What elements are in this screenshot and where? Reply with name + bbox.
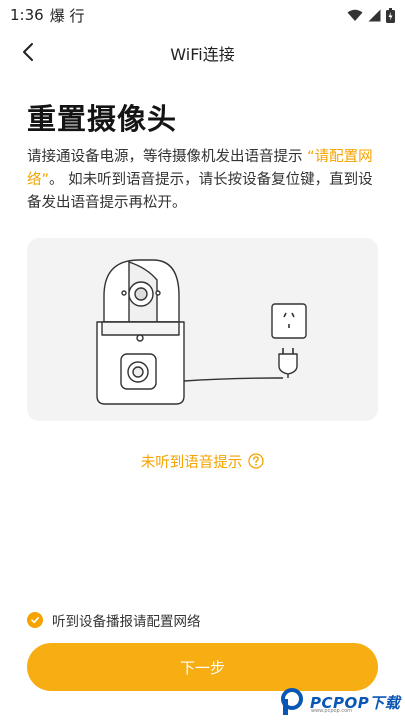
section-heading: 重置摄像头 (27, 102, 178, 136)
wifi-icon (347, 9, 363, 21)
status-left: 1:36 爆 行 (10, 5, 84, 26)
status-bar: 1:36 爆 行 (0, 0, 405, 30)
chevron-left-icon (23, 43, 33, 61)
help-circle-icon (248, 453, 264, 469)
status-notifications: 爆 行 (49, 6, 85, 25)
no-voice-prompt-link[interactable]: 未听到语音提示 (0, 450, 405, 472)
watermark-sub: www.pcpop.com (311, 708, 352, 714)
instruction-text: 请接通设备电源，等待摄像机发出语音提示 “请配置网络”。 如未听到语音提示，请长… (27, 146, 379, 215)
check-icon (31, 617, 39, 624)
status-time: 1:36 (10, 6, 44, 24)
reset-illustration (27, 238, 378, 421)
nav-bar: WiFi连接 (0, 30, 405, 76)
instruction-part-1: 请接通设备电源，等待摄像机发出语音提示 (27, 149, 308, 165)
confirm-checkbox[interactable] (27, 612, 43, 628)
confirm-label: 听到设备播报请配置网络 (52, 614, 201, 630)
signal-icon (368, 9, 381, 21)
pcpop-logo-icon (281, 688, 303, 715)
page-title: WiFi连接 (170, 45, 235, 64)
instruction-part-2: 。 如未听到语音提示，请长按设备复位键，直到设备发出语音提示再松开。 (27, 172, 373, 211)
camera-plug-illustration (96, 259, 307, 405)
battery-icon (386, 7, 395, 23)
no-voice-prompt-label: 未听到语音提示 (140, 454, 243, 471)
confirm-row: 听到设备播报请配置网络 (27, 609, 201, 631)
watermark: PCPOP下载 www.pcpop.com (280, 684, 405, 720)
status-right (347, 7, 395, 23)
back-button[interactable] (14, 38, 42, 66)
